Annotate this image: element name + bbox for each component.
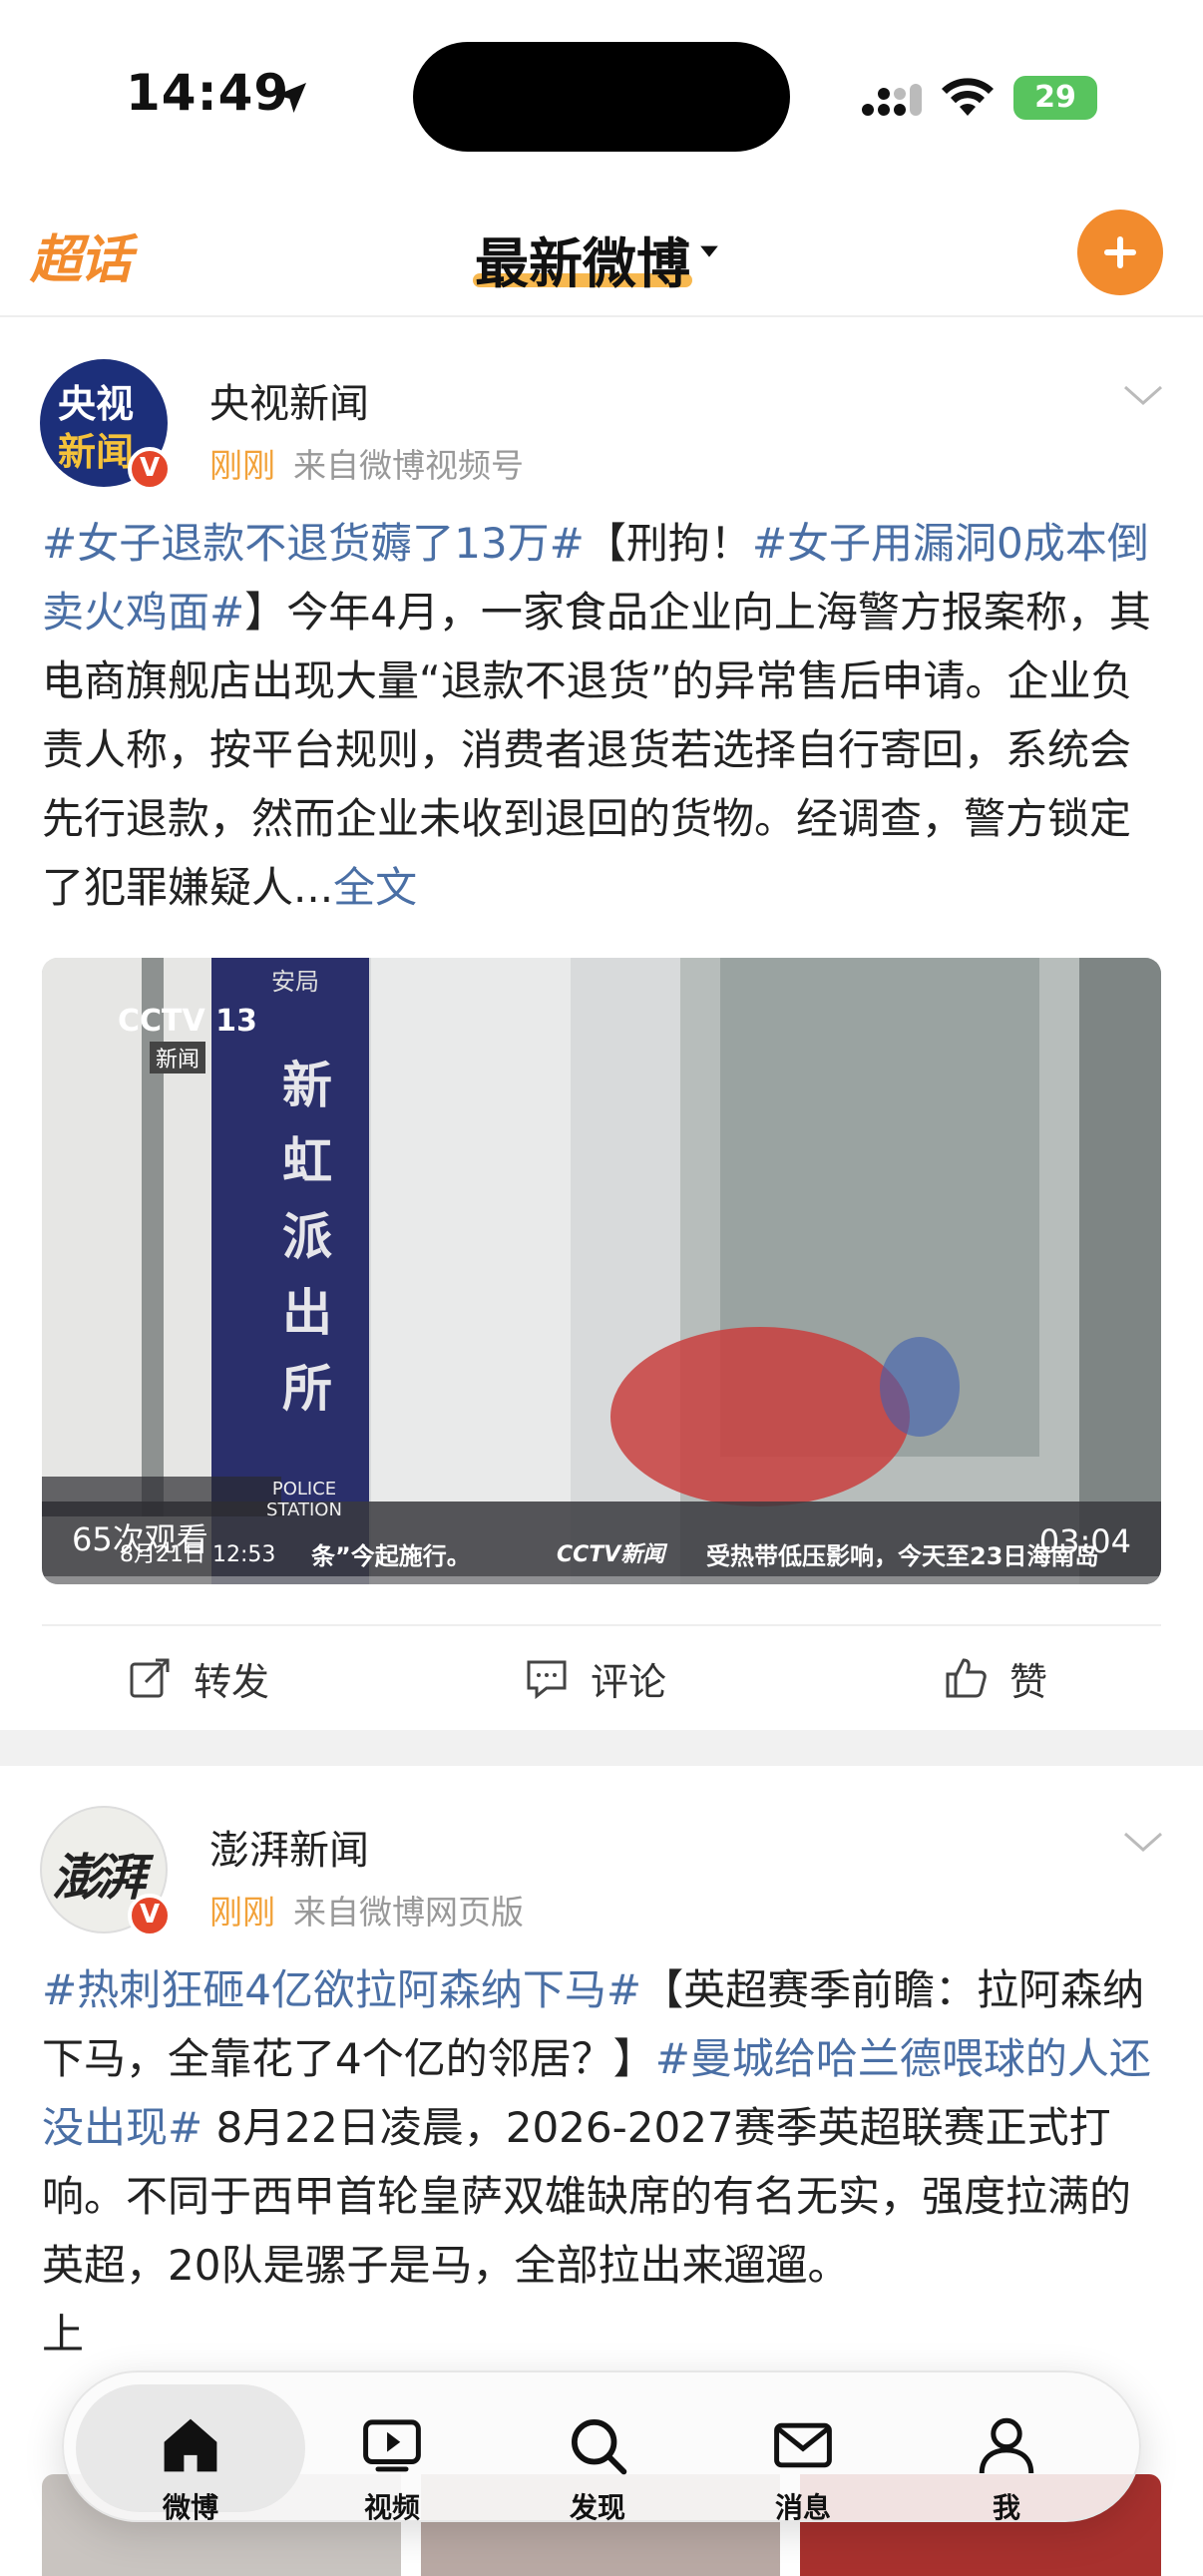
avatar[interactable]: 央视 新闻 V: [40, 359, 172, 491]
sign-char: 新: [282, 1057, 332, 1114]
cellular-signal-icon: [862, 84, 922, 116]
post-text-segment: 上: [42, 2310, 85, 2359]
author-name[interactable]: 央视新闻: [209, 371, 369, 429]
post-text-segment: 8月22日凌晨，2026-2027赛季英超联赛正式打响。不同于西甲首轮皇萨双雄缺…: [42, 2103, 1132, 2290]
avatar[interactable]: 澎湃 V: [40, 1806, 172, 1937]
tab-profile[interactable]: 我: [932, 2412, 1081, 2526]
video-duration: 03:04: [1038, 1522, 1131, 1560]
tab-messages[interactable]: 消息: [728, 2412, 878, 2526]
sign-char: 所: [282, 1360, 332, 1418]
chevron-down-icon[interactable]: [1121, 1828, 1165, 1858]
post-text: #女子退款不退货薅了13万#【刑拘！#女子用漏洞0成本倒卖火鸡面#】今年4月，一…: [42, 509, 1169, 922]
read-more-link[interactable]: 全文: [333, 863, 417, 912]
status-time: 14:49: [126, 64, 290, 122]
feed-title-dropdown[interactable]: 最新微博: [475, 219, 690, 298]
ticker-logo: CCTV新闻: [557, 1542, 665, 1567]
post-time: 刚刚: [209, 446, 275, 485]
post-meta: 刚刚 来自微博视频号: [209, 439, 524, 487]
plus-icon: [1104, 236, 1136, 268]
video-thumbnail: [42, 958, 1161, 1584]
mail-icon: [774, 2422, 832, 2468]
tab-label: 发现: [569, 2491, 625, 2524]
tab-label: 微博: [162, 2491, 218, 2524]
video-progress-bar[interactable]: [42, 1576, 1161, 1584]
battery-charging-icon: 29: [1013, 76, 1097, 120]
post-text-segment: 【刑拘！: [584, 519, 752, 568]
post-divider: [0, 1730, 1203, 1766]
chevron-down-icon[interactable]: [1121, 381, 1165, 411]
post-time: 刚刚: [209, 1893, 275, 1932]
view-count: 65次观看: [72, 1520, 208, 1558]
video-player[interactable]: CCTV 13 新闻 安局 新 虹 派 出 所 POLICE STATION 8…: [42, 958, 1161, 1584]
comment-button[interactable]: 评论: [525, 1652, 666, 1704]
dynamic-island: [413, 42, 790, 152]
channel-subtitle: 新闻: [150, 1042, 206, 1073]
home-icon: [164, 2418, 217, 2472]
tab-label: 消息: [774, 2491, 831, 2524]
post-actions: 转发 评论 赞: [42, 1624, 1161, 1728]
repost-label: 转发: [194, 1659, 270, 1704]
video-play-icon: [363, 2419, 421, 2472]
channel-logo: CCTV 13: [118, 1004, 257, 1039]
sign-char: 出: [282, 1284, 332, 1342]
comment-icon: [527, 1660, 567, 1700]
hashtag-link[interactable]: #女子退款不退货薅了13万#: [42, 519, 585, 568]
police-sign: 新 虹 派 出 所: [267, 1048, 347, 1427]
thumbs-up-icon: [946, 1658, 987, 1698]
post-meta: 刚刚 来自微博网页版: [209, 1886, 524, 1933]
feed-header: 超话 最新微博: [0, 190, 1203, 317]
avatar-text: 澎湃: [52, 1849, 146, 1907]
sign-top-text: 安局: [271, 968, 319, 996]
battery-level: 29: [1034, 80, 1076, 115]
ticker-text: 条”今起施行。: [311, 1542, 471, 1570]
tab-video[interactable]: 视频: [317, 2412, 467, 2526]
like-label: 赞: [1009, 1659, 1048, 1704]
comment-label: 评论: [591, 1659, 667, 1704]
like-button[interactable]: 赞: [944, 1652, 1047, 1704]
dropdown-caret-icon[interactable]: [698, 239, 720, 261]
repost-icon: [130, 1658, 170, 1698]
feed-post: 央视 新闻 V 央视新闻 刚刚 来自微博视频号 #女子退款不退货薅了13万#【刑拘…: [0, 319, 1203, 1730]
status-bar: 14:49 29: [0, 0, 1203, 190]
compose-button[interactable]: [1077, 210, 1163, 295]
location-arrow-icon: [276, 83, 306, 113]
bottom-tab-bar: 微博 视频 发现 消息 我: [62, 2370, 1141, 2524]
search-icon: [572, 2419, 627, 2475]
avatar-text-top: 央视: [58, 382, 135, 426]
sign-char: 派: [282, 1208, 332, 1266]
repost-button[interactable]: 转发: [128, 1652, 269, 1704]
tab-home[interactable]: 微博: [116, 2412, 265, 2526]
post-source: 来自微博视频号: [293, 446, 524, 485]
post-text: #热刺狂砸4亿欲拉阿森纳下马#【英超赛季前瞻：拉阿森纳下马，全靠花了4个亿的邻居…: [42, 1955, 1169, 2368]
tab-label: 视频: [363, 2491, 420, 2524]
sign-char: 虹: [282, 1132, 332, 1190]
super-topic-button[interactable]: 超话: [30, 217, 132, 292]
profile-icon: [979, 2417, 1034, 2474]
verified-badge-icon: V: [128, 447, 172, 491]
avatar-text-bottom: 新闻: [58, 430, 135, 474]
post-source: 来自微博网页版: [293, 1893, 524, 1932]
sign-bottom-text: POLICE STATION: [266, 1479, 342, 1520]
author-name[interactable]: 澎湃新闻: [209, 1818, 369, 1876]
tab-discover[interactable]: 发现: [523, 2412, 672, 2526]
verified-badge-icon: V: [128, 1894, 172, 1937]
wifi-icon: [942, 78, 994, 116]
hashtag-link[interactable]: #热刺狂砸4亿欲拉阿森纳下马#: [42, 1965, 641, 2014]
tab-label: 我: [992, 2491, 1020, 2524]
